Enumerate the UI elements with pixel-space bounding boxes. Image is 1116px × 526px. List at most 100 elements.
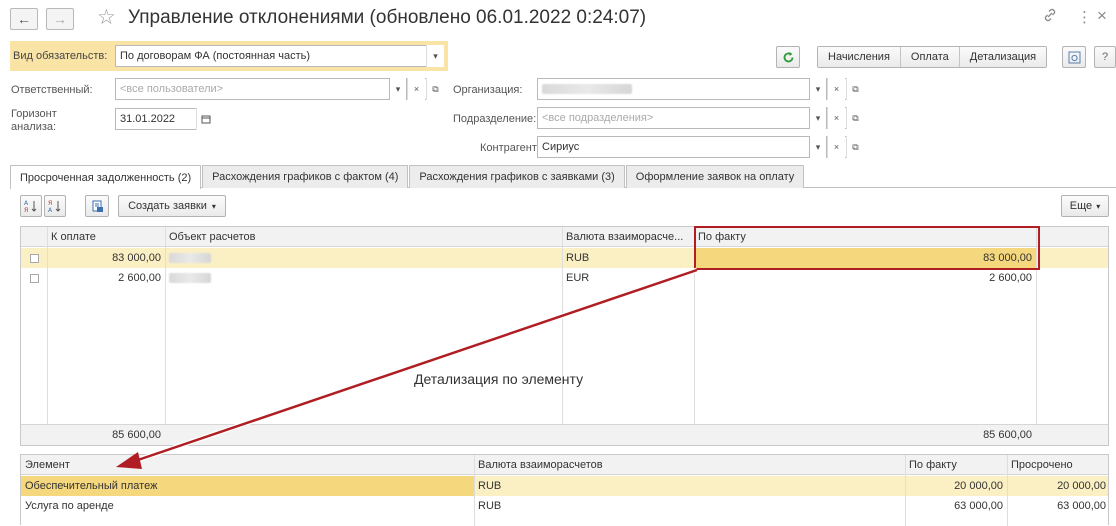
print-button[interactable] (85, 195, 109, 217)
sort-desc-icon: ЯA (48, 200, 61, 213)
division-input[interactable]: <все подразделения> ▾ × ⧉ (537, 107, 864, 129)
to-pay-cell: 2 600,00 (118, 272, 161, 284)
svg-text:A: A (24, 200, 29, 207)
table-header: Элемент Валюта взаиморасчетов По факту П… (21, 455, 1108, 475)
total-to-pay: 85 600,00 (112, 429, 161, 441)
refresh-button[interactable] (776, 46, 800, 68)
tab-payment-requests[interactable]: Оформление заявок на оплату (625, 165, 805, 188)
obligation-value: По договорам ФА (постоянная часть) (120, 50, 310, 62)
chevron-down-icon[interactable]: ▾ (809, 107, 827, 129)
to-pay-cell: 83 000,00 (112, 252, 161, 264)
close-icon[interactable]: × (1097, 6, 1107, 26)
total-fact: 85 600,00 (983, 429, 1032, 441)
table-row[interactable]: Услуга по аренде RUB 63 000,00 63 000,00 (21, 496, 1108, 516)
sort-desc-button[interactable]: ЯA (44, 195, 66, 217)
help-button[interactable]: ? (1094, 46, 1116, 68)
create-requests-button[interactable]: Создать заявки ▾ (118, 195, 226, 217)
svg-text:A: A (48, 207, 53, 213)
division-label: Подразделение: (453, 113, 537, 125)
fact-cell: 20 000,00 (954, 480, 1003, 492)
table-row[interactable]: Обеспечительный платеж RUB 20 000,00 20 … (21, 476, 1108, 496)
column-divider (905, 455, 906, 526)
chevron-down-icon: ▾ (1096, 201, 1101, 211)
settlement-object-cell (165, 248, 562, 268)
currency-cell: RUB (478, 500, 502, 512)
column-element[interactable]: Элемент (21, 455, 474, 474)
segment-detail[interactable]: Детализация (959, 47, 1047, 67)
division-placeholder: <все подразделения> (542, 112, 654, 124)
column-check (21, 227, 47, 246)
element-cell: Обеспечительный платеж (21, 476, 474, 496)
chevron-down-icon[interactable]: ▾ (389, 78, 407, 100)
element-cell: Услуга по аренде (25, 500, 114, 512)
counterparty-input[interactable]: Сириус ▾ × ⧉ (537, 136, 864, 158)
forward-icon: → (53, 11, 67, 27)
organization-input[interactable]: ▾ × ⧉ (537, 78, 864, 100)
organization-label: Организация: (453, 84, 523, 96)
responsible-input[interactable]: <все пользователи> ▾ × ⧉ (115, 78, 444, 100)
clear-icon[interactable]: × (827, 78, 845, 100)
panel-icon (1068, 51, 1080, 63)
horizon-date-value: 31.01.2022 (120, 113, 176, 125)
horizon-date-input[interactable]: 31.01.2022 (115, 108, 214, 130)
column-overdue[interactable]: Просрочено (1007, 455, 1110, 474)
column-divider (562, 227, 563, 445)
open-icon[interactable]: ⧉ (846, 136, 864, 158)
currency-cell: RUB (566, 252, 590, 264)
column-divider (165, 227, 166, 445)
row-checkbox[interactable] (21, 248, 47, 268)
more-icon[interactable]: ⋮ (1077, 8, 1092, 26)
tab-schedule-vs-fact[interactable]: Расхождения графиков с фактом (4) (202, 165, 409, 188)
column-fact[interactable]: По факту (905, 455, 1007, 474)
currency-cell: EUR (566, 272, 590, 284)
column-divider (1007, 455, 1008, 526)
open-icon[interactable]: ⧉ (426, 78, 444, 100)
chevron-down-icon[interactable]: ▾ (809, 78, 827, 100)
chevron-down-icon[interactable]: ▾ (809, 136, 827, 158)
back-button[interactable]: ← (10, 8, 38, 30)
column-currency[interactable]: Валюта взаиморасчетов (474, 455, 905, 474)
back-icon: ← (17, 11, 31, 27)
calendar-icon[interactable] (196, 108, 214, 130)
open-icon[interactable]: ⧉ (846, 107, 864, 129)
column-to-pay[interactable]: К оплате (47, 227, 165, 246)
responsible-placeholder: <все пользователи> (120, 83, 224, 95)
page-title: Управление отклонениями (обновлено 06.01… (128, 7, 647, 28)
chevron-down-icon: ▾ (211, 201, 216, 211)
row-checkbox[interactable] (21, 268, 47, 288)
forward-button[interactable]: → (46, 8, 74, 30)
column-settlement-object[interactable]: Объект расчетов (165, 227, 562, 246)
column-divider (474, 455, 475, 526)
column-currency[interactable]: Валюта взаиморасче... (562, 227, 694, 246)
open-icon[interactable]: ⧉ (846, 78, 864, 100)
favorite-star-icon[interactable]: ☆ (97, 5, 116, 30)
obligation-select[interactable]: По договорам ФА (постоянная часть) ▾ (115, 45, 444, 67)
table-row[interactable]: 2 600,00 EUR 2 600,00 (21, 268, 1108, 288)
clear-icon[interactable]: × (827, 136, 845, 158)
more-actions-button[interactable]: Еще ▾ (1061, 195, 1109, 217)
chevron-down-icon[interactable]: ▾ (426, 45, 444, 67)
tab-bar: Просроченная задолженность (2) Расхожден… (10, 165, 805, 189)
currency-cell: RUB (478, 480, 502, 492)
clear-icon[interactable]: × (827, 107, 845, 129)
horizon-label: Горизонт анализа: (11, 108, 57, 133)
settings-button[interactable] (1062, 46, 1086, 68)
segment-accruals[interactable]: Начисления (818, 47, 901, 67)
svg-text:Я: Я (48, 200, 52, 207)
svg-text:Я: Я (24, 207, 28, 213)
settlement-object-cell (165, 268, 562, 288)
highlight-frame (694, 226, 1040, 270)
sort-asc-button[interactable]: AЯ (20, 195, 42, 217)
responsible-label: Ответственный: (11, 84, 93, 96)
clear-icon[interactable]: × (407, 78, 425, 100)
segment-payment[interactable]: Оплата (900, 47, 960, 67)
tab-overdue-debt[interactable]: Просроченная задолженность (2) (10, 165, 202, 189)
obligation-label: Вид обязательств: (13, 50, 108, 62)
view-mode-segmented: Начисления Оплата Детализация (817, 46, 1048, 68)
refresh-icon (783, 51, 793, 62)
annotation-label: Детализация по элементу (414, 371, 584, 387)
link-icon[interactable] (1043, 8, 1057, 26)
more-actions-label: Еще (1069, 200, 1093, 212)
tab-schedule-vs-requests[interactable]: Расхождения графиков с заявками (3) (409, 165, 625, 188)
detail-table: Элемент Валюта взаиморасчетов По факту П… (20, 454, 1109, 526)
